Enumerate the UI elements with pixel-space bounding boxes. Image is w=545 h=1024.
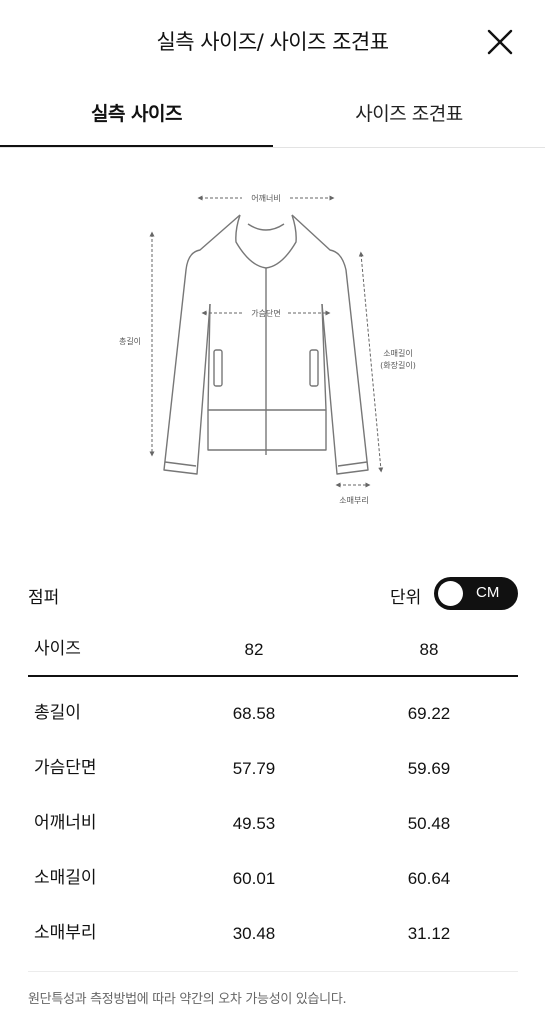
toggle-knob bbox=[438, 581, 463, 606]
table-row: 소매길이 60.01 60.64 bbox=[28, 851, 518, 906]
row-value: 68.58 bbox=[232, 704, 276, 723]
table-row: 총길이 68.58 69.22 bbox=[28, 686, 518, 741]
close-icon[interactable] bbox=[484, 26, 516, 58]
measurement-note: 원단특성과 측정방법에 따라 약간의 오차 가능성이 있습니다. bbox=[28, 971, 518, 1007]
row-label: 소매부리 bbox=[34, 923, 97, 943]
shoulder-label: 어깨너비 bbox=[251, 193, 280, 203]
row-value: 69.22 bbox=[407, 704, 451, 723]
item-unit-row: 점퍼 단위 CM bbox=[28, 576, 518, 612]
modal-header: 실측 사이즈/ 사이즈 조견표 bbox=[0, 0, 545, 84]
row-value: 50.48 bbox=[407, 814, 451, 833]
table-body: 총길이 68.58 69.22 가슴단면 57.79 59.69 어깨너비 49… bbox=[28, 686, 518, 961]
chest-label: 가슴단면 bbox=[251, 308, 280, 318]
modal-title: 실측 사이즈/ 사이즈 조견표 bbox=[156, 30, 389, 54]
sleeve-length-sublabel: (화장길이) bbox=[380, 360, 416, 370]
row-label: 총길이 bbox=[34, 703, 81, 723]
table-row: 소매부리 30.48 31.12 bbox=[28, 906, 518, 961]
table-row: 가슴단면 57.79 59.69 bbox=[28, 741, 518, 796]
unit-label: 단위 bbox=[390, 588, 422, 608]
table-header-row: 사이즈 82 88 bbox=[28, 622, 518, 677]
row-value: 60.64 bbox=[407, 869, 451, 888]
table-row: 어깨너비 49.53 50.48 bbox=[28, 796, 518, 851]
tab-measured-size[interactable]: 실측 사이즈 bbox=[0, 84, 273, 147]
sleeve-length-label: 소매길이 bbox=[383, 348, 412, 358]
header-size-88: 88 bbox=[419, 640, 439, 659]
tab-size-chart[interactable]: 사이즈 조견표 bbox=[273, 84, 545, 147]
row-value: 49.53 bbox=[232, 814, 276, 833]
item-name: 점퍼 bbox=[28, 588, 60, 608]
header-size-82: 82 bbox=[244, 640, 264, 659]
row-label: 어깨너비 bbox=[34, 813, 97, 833]
unit-toggle[interactable]: CM bbox=[434, 577, 518, 610]
row-value: 31.12 bbox=[407, 924, 451, 943]
row-value: 57.79 bbox=[232, 759, 276, 778]
row-label: 소매길이 bbox=[34, 868, 97, 888]
row-label: 가슴단면 bbox=[34, 758, 97, 778]
close-button[interactable] bbox=[484, 26, 516, 58]
row-value: 60.01 bbox=[232, 869, 276, 888]
total-length-label: 총길이 bbox=[119, 336, 141, 346]
jacket-measurement-diagram: 어깨너비 가슴단면 총길이 소매길이 (화장길이) 소매부리 bbox=[119, 193, 416, 505]
row-value: 59.69 bbox=[407, 759, 451, 778]
size-tabs: 실측 사이즈 사이즈 조견표 bbox=[0, 84, 545, 148]
header-size-label: 사이즈 bbox=[34, 639, 81, 659]
size-table: 사이즈 82 88 총길이 68.58 69.22 가슴단면 57.79 59.… bbox=[28, 622, 518, 961]
unit-value: CM bbox=[476, 584, 500, 601]
cuff-label: 소매부리 bbox=[339, 496, 368, 505]
row-value: 30.48 bbox=[232, 924, 276, 943]
